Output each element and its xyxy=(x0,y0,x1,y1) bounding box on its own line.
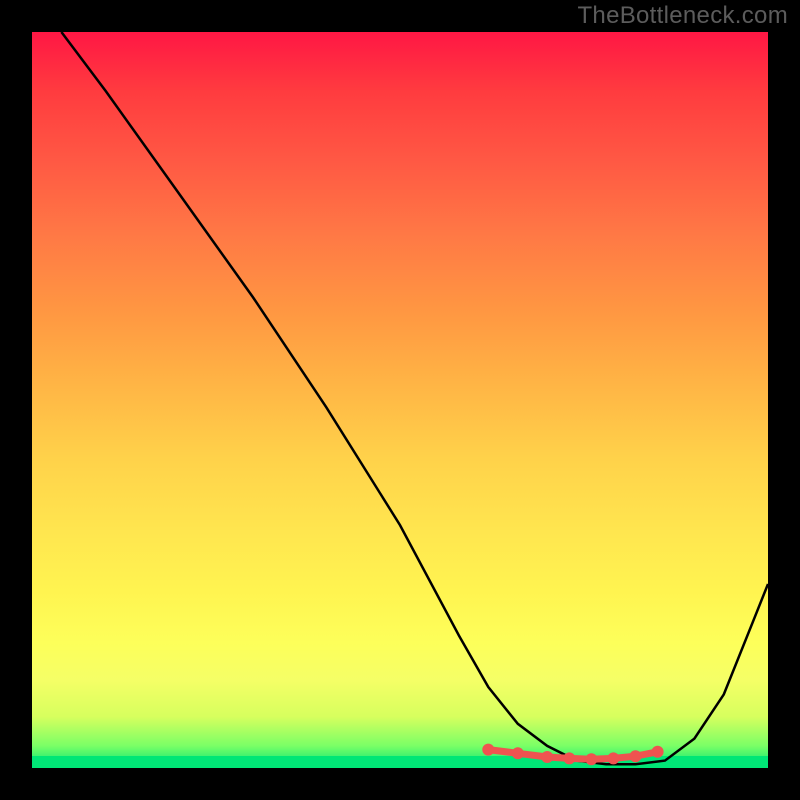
sweet-spot-markers xyxy=(482,744,663,766)
sweet-spot-point xyxy=(652,746,664,758)
plot-area xyxy=(32,32,768,768)
sweet-spot-point xyxy=(512,747,524,759)
sweet-spot-point xyxy=(563,752,575,764)
chart-frame: TheBottleneck.com xyxy=(0,0,800,800)
chart-svg xyxy=(32,32,768,768)
bottleneck-curve xyxy=(61,32,768,764)
sweet-spot-point xyxy=(607,752,619,764)
sweet-spot-point xyxy=(585,753,597,765)
watermark-text: TheBottleneck.com xyxy=(577,2,788,30)
sweet-spot-point xyxy=(630,750,642,762)
sweet-spot-point xyxy=(482,744,494,756)
sweet-spot-point xyxy=(541,751,553,763)
